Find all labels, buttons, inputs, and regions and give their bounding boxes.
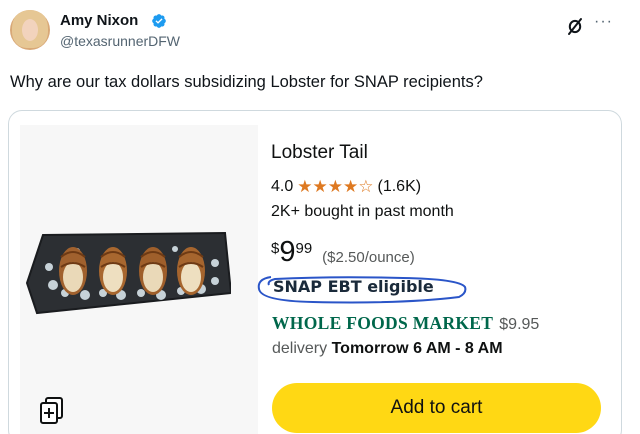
rating-count: (1.6K) xyxy=(377,178,422,195)
slash-circle-icon[interactable] xyxy=(565,16,585,36)
product-card[interactable]: Lobster Tail 4.0 ★★★★☆ (1.6K) 2K+ bought… xyxy=(8,110,622,434)
star-rating-icon: ★★★★☆ xyxy=(297,177,373,197)
price-whole: 9 xyxy=(279,236,296,268)
verified-badge-icon xyxy=(152,14,166,28)
price-symbol: $ xyxy=(271,240,280,257)
star-icon: ★ xyxy=(297,177,313,196)
lobster-tail-image xyxy=(25,231,231,315)
snap-ebt-label: SNAP EBT eligible xyxy=(273,277,434,296)
author-name[interactable]: Amy Nixon xyxy=(60,12,138,29)
seller-logo[interactable]: WHOLE FOODS MARKET xyxy=(272,313,493,334)
add-to-cart-button[interactable]: Add to cart xyxy=(272,383,601,433)
product-title[interactable]: Lobster Tail xyxy=(271,142,368,164)
delivery-time: Tomorrow 6 AM - 8 AM xyxy=(331,340,503,357)
star-empty-icon: ☆ xyxy=(358,177,374,196)
rating-row[interactable]: 4.0 ★★★★☆ (1.6K) xyxy=(271,177,421,197)
delivery-prefix: delivery xyxy=(272,340,328,357)
unit-price: ($2.50/ounce) xyxy=(322,249,415,266)
avatar[interactable] xyxy=(10,10,50,50)
tweet-text: Why are our tax dollars subsidizing Lobs… xyxy=(10,73,483,91)
seller-row: WHOLE FOODS MARKET $9.95 xyxy=(272,313,539,334)
price-fraction: 99 xyxy=(295,240,313,257)
avatar-face xyxy=(22,19,38,41)
author-handle[interactable]: @texasrunnerDFW xyxy=(60,33,180,49)
star-icon: ★ xyxy=(327,177,343,196)
star-icon: ★ xyxy=(312,177,328,196)
rating-value: 4.0 xyxy=(271,178,294,195)
more-icon[interactable]: ··· xyxy=(594,13,613,31)
compare-add-icon[interactable] xyxy=(37,395,67,425)
bought-count: 2K+ bought in past month xyxy=(271,203,454,220)
delivery-row: delivery Tomorrow 6 AM - 8 AM xyxy=(272,340,503,358)
snap-badge: SNAP EBT eligible xyxy=(253,271,469,305)
price: $ 9 99 ($2.50/ounce) xyxy=(271,237,415,267)
seller-price: $9.95 xyxy=(499,316,540,333)
star-icon: ★ xyxy=(343,177,359,196)
